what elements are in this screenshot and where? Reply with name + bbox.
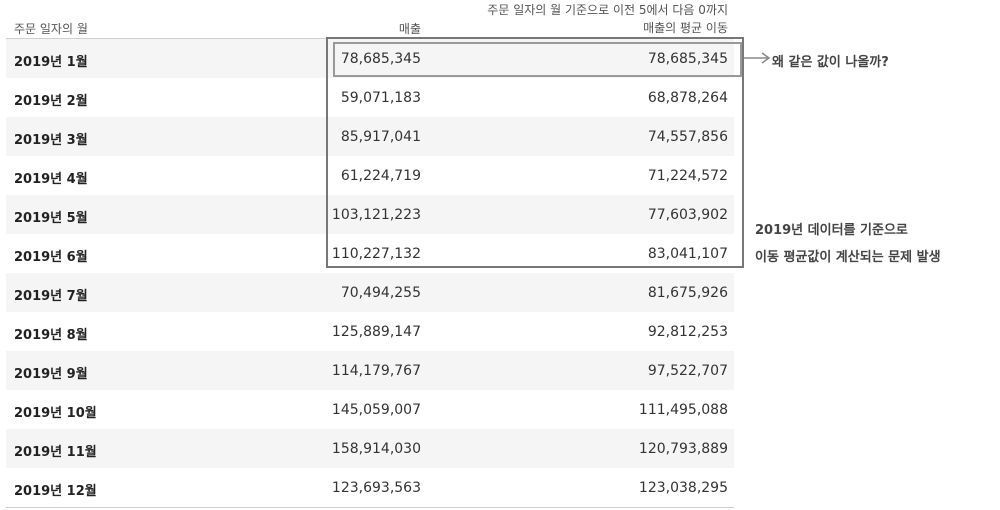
- row-month-label: 2019년 11월: [14, 445, 97, 460]
- annotation-problem-line1: 2019년 데이터를 기준으로: [755, 223, 908, 238]
- row-month-label: 2019년 10월: [14, 406, 97, 421]
- row-moving-average-value: 111,495,088: [638, 402, 728, 418]
- row-month-label: 2019년 1월: [14, 55, 88, 70]
- row-month-label: 2019년 4월: [14, 172, 88, 187]
- annotation-problem-line2: 이동 평균값이 계산되는 문제 발생: [755, 250, 941, 265]
- row-moving-average-value: 120,793,889: [638, 441, 728, 457]
- header-order-month[interactable]: 주문 일자의 월: [14, 20, 88, 37]
- header-moving-average-line1[interactable]: 주문 일자의 월 기준으로 이전 5에서 다음 0까지: [487, 1, 728, 18]
- table-row[interactable]: 2019년 8월 125,889,147 92,812,253: [6, 312, 734, 351]
- row-month-label: 2019년 12월: [14, 484, 97, 499]
- row-month-label: 2019년 8월: [14, 328, 88, 343]
- arrow-right-icon: [744, 52, 771, 64]
- table-row[interactable]: 2019년 11월 158,914,030 120,793,889: [6, 429, 734, 468]
- row-sales-value: 123,693,563: [331, 480, 421, 496]
- table-header: 주문 일자의 월 매출 주문 일자의 월 기준으로 이전 5에서 다음 0까지 …: [6, 0, 734, 39]
- table-row[interactable]: 2019년 9월 114,179,767 97,522,707: [6, 351, 734, 390]
- table-row[interactable]: 2019년 10월 145,059,007 111,495,088: [6, 390, 734, 429]
- row-month-label: 2019년 9월: [14, 367, 88, 382]
- row-month-label: 2019년 5월: [14, 211, 88, 226]
- row-month-label: 2019년 3월: [14, 133, 88, 148]
- header-moving-average-line2[interactable]: 매출의 평균 이동: [643, 19, 728, 36]
- annotation-question: 왜 같은 값이 나올까?: [772, 55, 889, 70]
- highlight-box-jan: [333, 42, 742, 77]
- row-moving-average-value: 123,038,295: [638, 480, 728, 496]
- row-sales-value: 114,179,767: [331, 363, 421, 379]
- row-month-label: 2019년 2월: [14, 94, 88, 109]
- table-row[interactable]: 2019년 12월 123,693,563 123,038,295: [6, 468, 734, 508]
- row-month-label: 2019년 6월: [14, 250, 88, 265]
- table-row[interactable]: 2019년 7월 70,494,255 81,675,926: [6, 273, 734, 312]
- row-sales-value: 70,494,255: [340, 285, 421, 301]
- row-sales-value: 125,889,147: [331, 324, 421, 340]
- row-moving-average-value: 97,522,707: [647, 363, 728, 379]
- header-sales[interactable]: 매출: [399, 20, 421, 37]
- row-moving-average-value: 81,675,926: [647, 285, 728, 301]
- row-month-label: 2019년 7월: [14, 289, 88, 304]
- row-sales-value: 158,914,030: [331, 441, 421, 457]
- row-sales-value: 145,059,007: [331, 402, 421, 418]
- row-moving-average-value: 92,812,253: [647, 324, 728, 340]
